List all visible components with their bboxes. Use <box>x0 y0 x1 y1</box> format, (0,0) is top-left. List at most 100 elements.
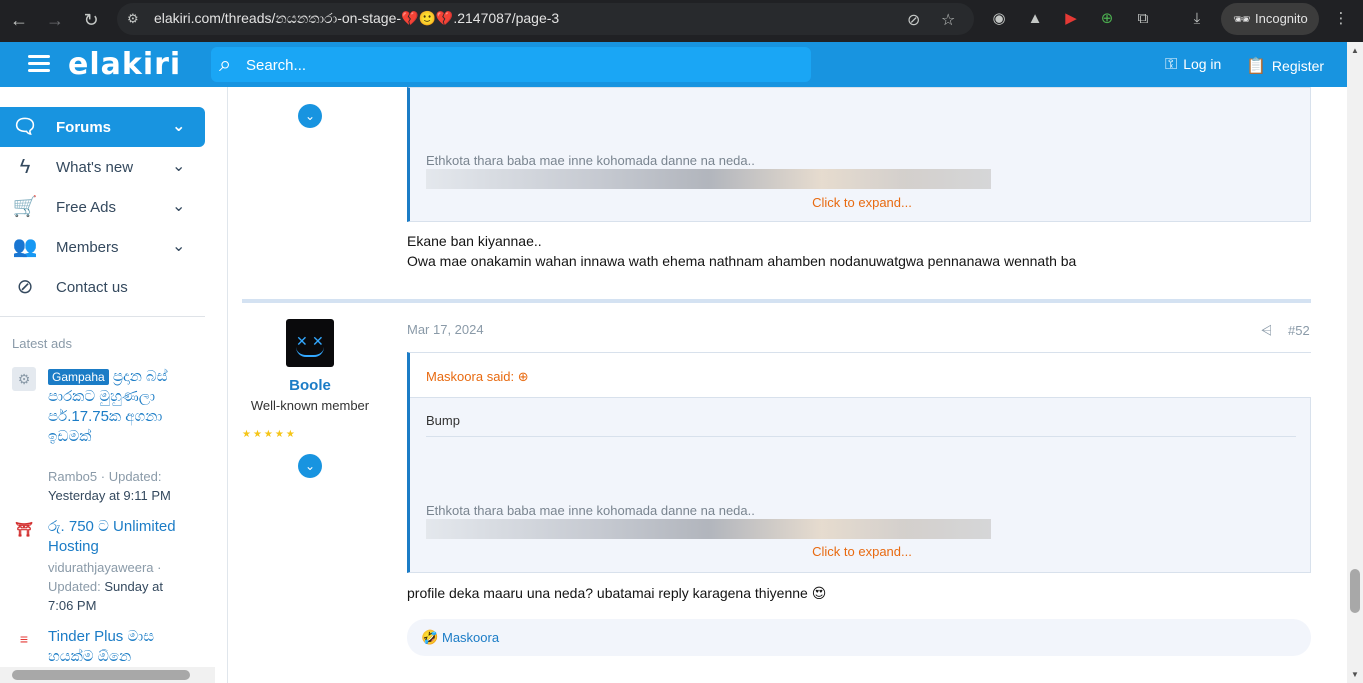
user-extras-chevron-icon[interactable]: ⌄ <box>298 454 322 478</box>
reload-icon[interactable]: ↻ <box>80 9 102 31</box>
scroll-down-icon[interactable]: ▼ <box>1351 670 1359 679</box>
ad-thumbnail-hosting-icon[interactable]: ⛩ <box>12 517 36 541</box>
bolt-icon: ϟ <box>19 156 31 178</box>
sidebar-item-label: Contact us <box>56 279 128 296</box>
clipboard-icon: 📋 <box>1246 58 1266 75</box>
search-bar[interactable]: ⌕ <box>211 47 811 82</box>
url-text[interactable]: elakiri.com/threads/නයනතාරා-on-stage-💔🙂💔… <box>154 10 559 27</box>
horizontal-scrollbar[interactable] <box>0 667 215 683</box>
address-bar[interactable]: ⚙ elakiri.com/threads/නයනතාරා-on-stage-💔… <box>117 3 974 35</box>
click-to-expand-link[interactable]: Click to expand... <box>410 544 1314 559</box>
site-logo[interactable]: elakiri <box>68 47 181 82</box>
sidebar-item-whats-new[interactable]: ϟ What's new ⌄ <box>0 147 205 187</box>
chevron-down-icon[interactable]: ⌄ <box>172 196 185 216</box>
key-icon: ⚿ <box>1165 56 1178 73</box>
sidebar-divider <box>0 316 205 317</box>
user-extras-chevron-icon[interactable]: ⌄ <box>298 104 322 128</box>
chevron-down-icon[interactable]: ⌄ <box>172 156 185 176</box>
reaction-user[interactable]: Maskoora <box>442 630 499 645</box>
ad-title-text[interactable]: Tinder Plus මාස හයක්ම ඕනෙ <box>48 627 178 667</box>
quote-block: Ethkota thara baba mae inne kohomada dan… <box>407 87 1311 222</box>
ad-author[interactable]: vidurathjayaweera <box>48 560 154 575</box>
sidebar-item-forums[interactable]: 🗨 Forums ⌄ <box>0 107 205 147</box>
sidebar-item-label: Free Ads <box>56 199 117 216</box>
ad-thumbnail-tinder-icon[interactable]: ≡ <box>12 627 36 651</box>
post-message: Ekane ban kiyannae.. Owa mae onakamin wa… <box>407 231 1076 271</box>
ad-updated-label: Updated: <box>108 469 162 484</box>
sidebar-item-members[interactable]: 👥 Members ⌄ <box>0 227 205 267</box>
ad-author[interactable]: Rambo5 <box>48 469 97 484</box>
incognito-label: Incognito <box>1255 11 1308 26</box>
eye-off-icon[interactable]: ⊘ <box>907 10 920 30</box>
chevron-down-icon[interactable]: ⌄ <box>172 116 185 136</box>
click-to-expand-link[interactable]: Click to expand... <box>410 195 1314 210</box>
site-info-icon[interactable]: ⚙ <box>127 11 143 27</box>
latest-ads-heading: Latest ads <box>12 336 72 351</box>
browser-menu-icon[interactable]: ⋮ <box>1331 9 1351 29</box>
sidebar: 🗨 Forums ⌄ ϟ What's new ⌄ 🛒 Free Ads ⌄ 👥… <box>0 87 215 667</box>
sidebar-item-free-ads[interactable]: 🛒 Free Ads ⌄ <box>0 187 205 227</box>
login-link[interactable]: ⚿ Log in <box>1165 56 1221 74</box>
extensions-puzzle-icon[interactable]: ⧉ <box>1133 9 1153 29</box>
ad-location-badge[interactable]: Gampaha <box>48 369 109 385</box>
share-icon[interactable]: ⩤ <box>1261 322 1272 339</box>
message-line: Ekane ban kiyannae.. <box>407 233 542 249</box>
menu-icon[interactable] <box>28 55 50 73</box>
register-link[interactable]: 📋 Register <box>1246 56 1324 76</box>
register-label: Register <box>1271 58 1325 74</box>
ad-updated-label: Updated: <box>48 579 101 594</box>
members-icon: 👥 <box>12 236 38 258</box>
quote-author-link[interactable]: Maskoora said: ⊕ <box>426 369 529 385</box>
browser-toolbar: ← → ↻ ⚙ elakiri.com/threads/නයනතාරා-on-s… <box>0 0 1363 42</box>
ad-title[interactable]: Gampaha ප්‍රදාන බස් පාරකට මුහුණලා පර්.17… <box>48 367 178 447</box>
scrollbar-thumb[interactable] <box>12 670 190 680</box>
forward-icon[interactable]: → <box>44 9 66 31</box>
quote-text: Ethkota thara baba mae inne kohomada dan… <box>426 153 755 168</box>
ad-item[interactable]: ⚙ Gampaha ප්‍රදාන බස් පාරකට මුහුණලා පර්.… <box>12 367 202 507</box>
cart-icon: 🛒 <box>12 196 38 218</box>
post-number[interactable]: #52 <box>1288 323 1310 338</box>
vertical-scrollbar[interactable]: ▲ ▼ <box>1347 42 1363 683</box>
incognito-badge[interactable]: 🕶 Incognito <box>1221 3 1319 35</box>
bookmark-star-icon[interactable]: ☆ <box>941 10 955 30</box>
search-input[interactable] <box>246 55 746 75</box>
site-header: elakiri ⌕ ⚿ Log in 📋 Register <box>0 42 1363 87</box>
sidebar-item-label: Members <box>56 239 119 256</box>
post-message: profile deka maaru una neda? ubatamai re… <box>407 585 827 601</box>
extension-red-icon[interactable]: ▶ <box>1061 9 1081 29</box>
user-rating-stars: ★★★★★ <box>242 429 297 440</box>
incognito-icon: 🕶 <box>1233 11 1251 27</box>
ad-item[interactable]: ≡ Tinder Plus මාස හයක්ම ඕනෙ <box>12 627 202 667</box>
user-title: Well-known member <box>250 398 370 413</box>
quote-divider <box>426 436 1296 437</box>
quote-block: Maskoora said: ⊕ Bump Ethkota thara baba… <box>407 352 1311 573</box>
avatar[interactable]: ✕ ✕ <box>286 319 334 367</box>
login-label: Log in <box>1183 56 1222 72</box>
username[interactable]: Boole <box>240 377 380 394</box>
ad-item[interactable]: ⛩ රු. 750 ට Unlimited Hosting vidurathja… <box>12 517 202 617</box>
arrow-up-circle-icon[interactable]: ⊕ <box>518 369 529 384</box>
quote-image <box>426 519 991 539</box>
back-icon[interactable]: ← <box>8 9 30 31</box>
ad-meta: vidurathjayaweera · Updated: Sunday at 7… <box>48 560 163 613</box>
avatar-mouth-icon <box>296 347 324 357</box>
message-line: Owa mae onakamin wahan innawa wath ehema… <box>407 253 1077 269</box>
scrollbar-thumb[interactable] <box>1350 569 1360 613</box>
chevron-down-icon[interactable]: ⌄ <box>172 236 185 256</box>
ad-thumbnail-gear-icon[interactable]: ⚙ <box>12 367 36 391</box>
quote-text: Ethkota thara baba mae inne kohomada dan… <box>426 503 755 518</box>
post-date[interactable]: Mar 17, 2024 <box>407 322 484 337</box>
ad-meta: Rambo5 · Updated: Yesterday at 9:11 PM <box>48 469 171 503</box>
extension-download-icon[interactable]: ⊕ <box>1097 9 1117 29</box>
search-icon: ⌕ <box>219 51 232 76</box>
ad-title-text[interactable]: රු. 750 ට Unlimited Hosting <box>48 517 178 557</box>
extension-g-icon[interactable]: ◉ <box>989 9 1009 29</box>
sidebar-item-contact[interactable]: ⊘ Contact us <box>0 267 205 307</box>
downloads-icon[interactable]: ⤓ <box>1187 9 1207 29</box>
extension-arrow-icon[interactable]: ▲ <box>1025 9 1045 29</box>
post-separator <box>242 299 1311 303</box>
reactions-bar[interactable]: 🤣 Maskoora <box>407 619 1311 656</box>
quote-bump-text: Bump <box>426 413 460 428</box>
quote-image <box>426 169 991 189</box>
scroll-up-icon[interactable]: ▲ <box>1351 46 1359 55</box>
